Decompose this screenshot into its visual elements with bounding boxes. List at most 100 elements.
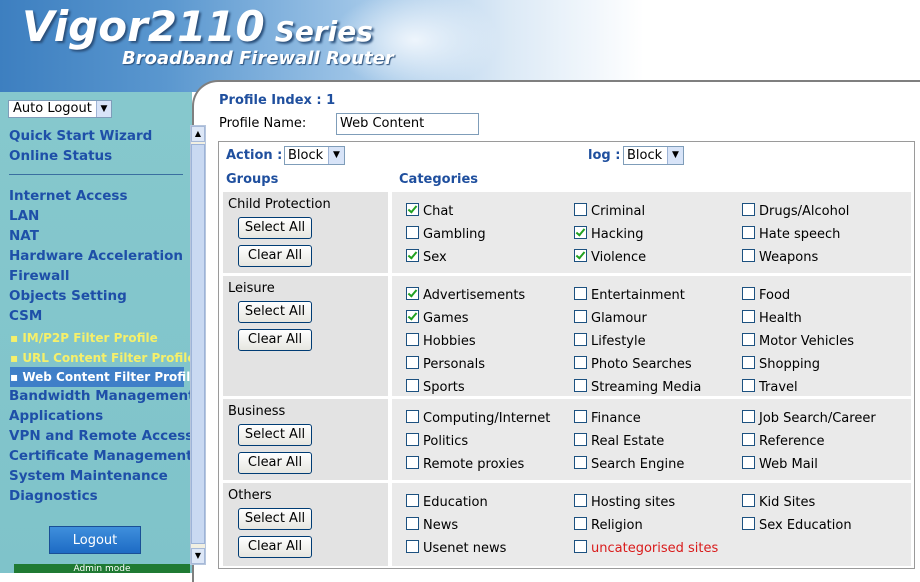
- select-all-button[interactable]: Select All: [238, 424, 312, 446]
- category-checkbox-item[interactable]: Kid Sites: [742, 494, 815, 511]
- log-select[interactable]: Block ▼: [623, 146, 684, 165]
- category-checkbox-item[interactable]: Travel: [742, 379, 798, 396]
- nav-online-status[interactable]: Online Status: [9, 146, 112, 166]
- category-checkbox-item[interactable]: Real Estate: [574, 433, 664, 450]
- category-checkbox-item[interactable]: Usenet news: [406, 540, 506, 557]
- category-checkbox-item[interactable]: Shopping: [742, 356, 820, 373]
- checkbox-unchecked-icon[interactable]: [742, 517, 755, 530]
- category-checkbox-item[interactable]: Hacking: [574, 226, 644, 243]
- checkbox-unchecked-icon[interactable]: [574, 494, 587, 507]
- checkbox-unchecked-icon[interactable]: [406, 356, 419, 369]
- category-checkbox-item[interactable]: Chat: [406, 203, 453, 220]
- category-checkbox-item[interactable]: Hosting sites: [574, 494, 675, 511]
- category-checkbox-item[interactable]: News: [406, 517, 458, 534]
- category-checkbox-item[interactable]: Personals: [406, 356, 485, 373]
- category-checkbox-item[interactable]: Criminal: [574, 203, 645, 220]
- checkbox-unchecked-icon[interactable]: [406, 433, 419, 446]
- nav-lan[interactable]: LAN: [9, 206, 39, 226]
- checkbox-checked-icon[interactable]: [406, 249, 419, 262]
- category-checkbox-item[interactable]: Health: [742, 310, 802, 327]
- checkbox-checked-icon[interactable]: [406, 203, 419, 216]
- checkbox-unchecked-icon[interactable]: [406, 333, 419, 346]
- checkbox-unchecked-icon[interactable]: [742, 410, 755, 423]
- category-checkbox-item[interactable]: Photo Searches: [574, 356, 692, 373]
- category-checkbox-item[interactable]: Hobbies: [406, 333, 476, 350]
- chevron-down-icon[interactable]: ▼: [328, 147, 344, 164]
- nav-firewall[interactable]: Firewall: [9, 266, 70, 286]
- category-checkbox-item[interactable]: Streaming Media: [574, 379, 701, 396]
- select-all-button[interactable]: Select All: [238, 301, 312, 323]
- nav-objects-setting[interactable]: Objects Setting: [9, 286, 127, 306]
- category-checkbox-item[interactable]: Religion: [574, 517, 643, 534]
- category-checkbox-item[interactable]: Games: [406, 310, 468, 327]
- nav-nat[interactable]: NAT: [9, 226, 39, 246]
- checkbox-unchecked-icon[interactable]: [574, 433, 587, 446]
- clear-all-button[interactable]: Clear All: [238, 329, 312, 351]
- checkbox-unchecked-icon[interactable]: [406, 517, 419, 530]
- chevron-down-icon[interactable]: ▼: [667, 147, 683, 164]
- checkbox-checked-icon[interactable]: [574, 226, 587, 239]
- checkbox-unchecked-icon[interactable]: [742, 433, 755, 446]
- auto-logout-select[interactable]: Auto Logout ▼: [8, 100, 112, 118]
- select-all-button[interactable]: Select All: [238, 508, 312, 530]
- checkbox-unchecked-icon[interactable]: [406, 456, 419, 469]
- action-select[interactable]: Block ▼: [284, 146, 345, 165]
- category-checkbox-item[interactable]: Violence: [574, 249, 646, 266]
- clear-all-button[interactable]: Clear All: [238, 245, 312, 267]
- category-checkbox-item[interactable]: Job Search/Career: [742, 410, 876, 427]
- nav-hardware-acceleration[interactable]: Hardware Acceleration: [9, 246, 183, 266]
- checkbox-unchecked-icon[interactable]: [406, 494, 419, 507]
- category-checkbox-item[interactable]: Politics: [406, 433, 468, 450]
- nav-internet-access[interactable]: Internet Access: [9, 186, 128, 206]
- checkbox-unchecked-icon[interactable]: [574, 356, 587, 369]
- checkbox-checked-icon[interactable]: [406, 310, 419, 323]
- category-checkbox-item[interactable]: Lifestyle: [574, 333, 646, 350]
- checkbox-unchecked-icon[interactable]: [742, 456, 755, 469]
- category-checkbox-item[interactable]: Sex Education: [742, 517, 852, 534]
- category-checkbox-item[interactable]: Remote proxies: [406, 456, 524, 473]
- category-checkbox-item[interactable]: Gambling: [406, 226, 486, 243]
- category-checkbox-item[interactable]: Reference: [742, 433, 824, 450]
- checkbox-unchecked-icon[interactable]: [574, 310, 587, 323]
- checkbox-unchecked-icon[interactable]: [742, 249, 755, 262]
- chevron-down-icon[interactable]: ▼: [96, 101, 111, 117]
- checkbox-unchecked-icon[interactable]: [406, 410, 419, 423]
- checkbox-unchecked-icon[interactable]: [574, 410, 587, 423]
- checkbox-unchecked-icon[interactable]: [742, 494, 755, 507]
- scroll-up-icon[interactable]: ▲: [191, 126, 205, 142]
- checkbox-checked-icon[interactable]: [406, 287, 419, 300]
- checkbox-unchecked-icon[interactable]: [742, 379, 755, 392]
- nav-bandwidth-management[interactable]: Bandwidth Management: [9, 386, 195, 406]
- select-all-button[interactable]: Select All: [238, 217, 312, 239]
- nav-csm[interactable]: CSM: [9, 306, 42, 326]
- category-checkbox-item[interactable]: Hate speech: [742, 226, 840, 243]
- checkbox-unchecked-icon[interactable]: [574, 203, 587, 216]
- sidebar-scrollbar[interactable]: ▲ ▼: [190, 125, 206, 565]
- nav-web-content-filter-profile[interactable]: ▪ Web Content Filter Profile: [10, 367, 198, 387]
- checkbox-unchecked-icon[interactable]: [742, 310, 755, 323]
- category-checkbox-item[interactable]: Search Engine: [574, 456, 684, 473]
- clear-all-button[interactable]: Clear All: [238, 536, 312, 558]
- checkbox-unchecked-icon[interactable]: [406, 226, 419, 239]
- nav-applications[interactable]: Applications: [9, 406, 103, 426]
- nav-quick-start-wizard[interactable]: Quick Start Wizard: [9, 126, 152, 146]
- nav-certificate-management[interactable]: Certificate Management: [9, 446, 193, 466]
- checkbox-unchecked-icon[interactable]: [574, 287, 587, 300]
- checkbox-unchecked-icon[interactable]: [406, 379, 419, 392]
- scroll-thumb[interactable]: [191, 144, 205, 544]
- nav-url-content-filter-profile[interactable]: ▪ URL Content Filter Profile: [10, 348, 196, 368]
- checkbox-unchecked-icon[interactable]: [574, 379, 587, 392]
- checkbox-checked-icon[interactable]: [574, 249, 587, 262]
- category-checkbox-item[interactable]: Education: [406, 494, 488, 511]
- category-checkbox-item[interactable]: Advertisements: [406, 287, 525, 304]
- checkbox-unchecked-icon[interactable]: [742, 203, 755, 216]
- checkbox-unchecked-icon[interactable]: [742, 356, 755, 369]
- checkbox-unchecked-icon[interactable]: [742, 287, 755, 300]
- checkbox-unchecked-icon[interactable]: [406, 540, 419, 553]
- checkbox-unchecked-icon[interactable]: [742, 226, 755, 239]
- category-checkbox-item[interactable]: Food: [742, 287, 790, 304]
- logout-button[interactable]: Logout: [49, 526, 141, 554]
- clear-all-button[interactable]: Clear All: [238, 452, 312, 474]
- category-checkbox-item[interactable]: Finance: [574, 410, 641, 427]
- checkbox-unchecked-icon[interactable]: [574, 517, 587, 530]
